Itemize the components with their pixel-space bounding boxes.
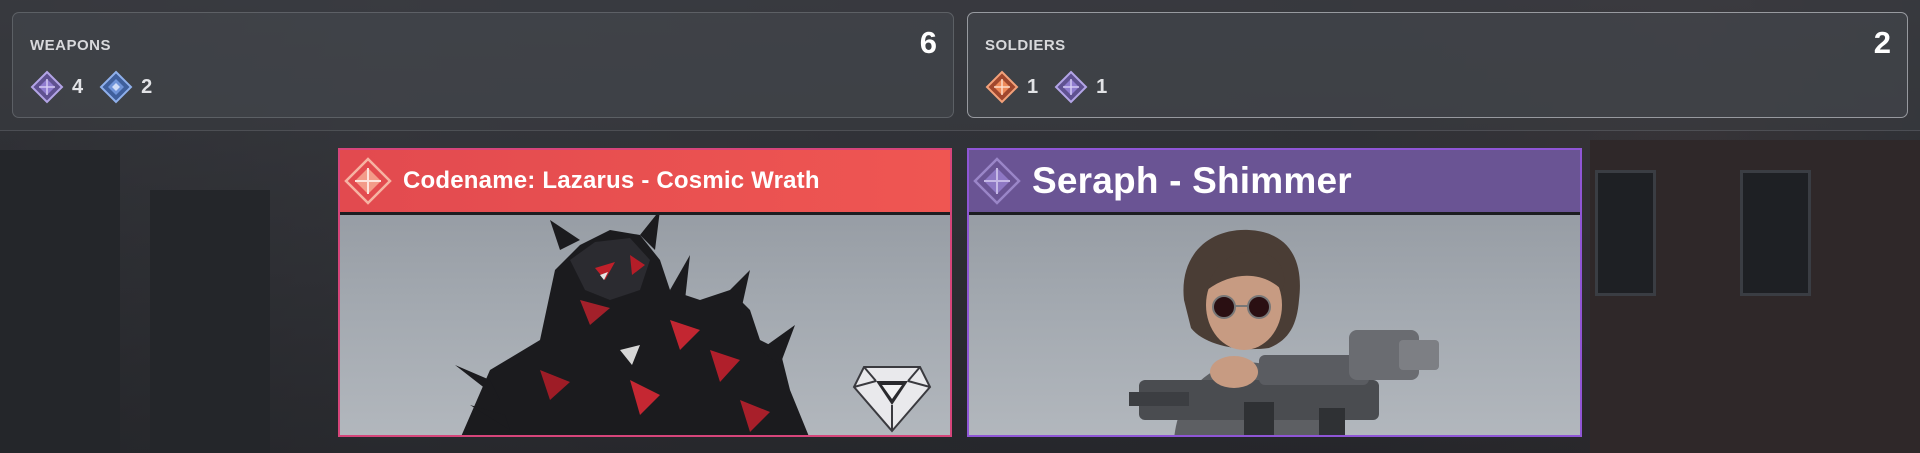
purple-diamond-rarity-icon [1054,70,1088,104]
orange-diamond-rarity-icon [985,70,1019,104]
soldiers-total: 2 [1873,25,1891,60]
weapons-title: WEAPONS [30,37,112,54]
soldiers-summary-panel[interactable]: SOLDIERS 2 1 1 [967,12,1908,118]
count-value: 1 [1027,75,1039,98]
card-header-divider [340,212,950,215]
count-value: 1 [1096,75,1108,98]
background-building [150,190,270,453]
soldiers-rarity-counts: 1 1 [985,70,1123,104]
purple-diamond-rarity-icon [973,157,1021,205]
background-window [1595,170,1656,296]
seraph-card-header: Seraph - Shimmer [969,150,1580,212]
purple-diamond-rarity-icon [30,70,64,104]
background-building [0,150,120,453]
weapons-rarity-counts: 4 2 [30,70,168,104]
weapons-blue-count: 2 [99,70,152,104]
weapons-purple-count: 4 [30,70,83,104]
weapons-total: 6 [919,25,937,60]
weapons-summary-panel[interactable]: WEAPONS 6 4 2 [12,12,954,118]
orange-diamond-rarity-icon [344,157,392,205]
seraph-card-name: Seraph - Shimmer [1032,160,1352,201]
soldiers-purple-count: 1 [1054,70,1107,104]
soldier-card-seraph[interactable]: Seraph - Shimmer [967,148,1582,437]
soldiers-title: SOLDIERS [985,37,1066,54]
card-header-divider [969,212,1580,215]
lazarus-card-header: Codename: Lazarus - Cosmic Wrath [340,150,950,212]
collection-summary-bar: WEAPONS 6 4 2 SOLDIERS 2 1 1 [0,0,1920,131]
lazarus-card-name: Codename: Lazarus - Cosmic Wrath [403,167,820,194]
soldiers-orange-count: 1 [985,70,1038,104]
background-window [1740,170,1811,296]
blue-diamond-rarity-icon [99,70,133,104]
count-value: 2 [141,75,153,98]
soldier-card-lazarus[interactable]: Codename: Lazarus - Cosmic Wrath [338,148,952,437]
count-value: 4 [72,75,84,98]
tier-triangle-badge-icon [852,366,932,433]
